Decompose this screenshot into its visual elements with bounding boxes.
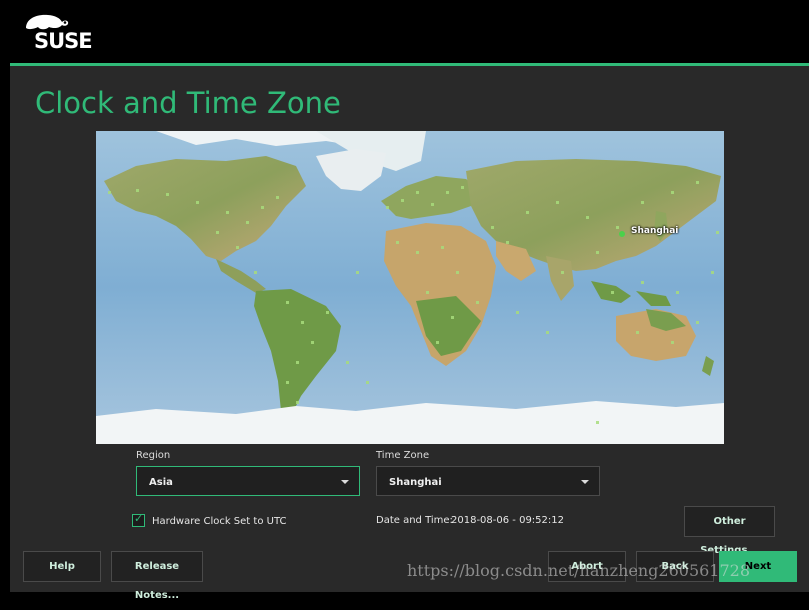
help-button[interactable]: Help — [23, 551, 101, 582]
region-select[interactable]: Asia — [136, 466, 360, 496]
date-time-value: 2018-08-06 - 09:52:12 — [451, 515, 564, 526]
world-map-graphic[interactable] — [96, 131, 724, 444]
chevron-down-icon — [581, 480, 589, 484]
suse-logo: SUSE — [22, 12, 98, 53]
checkmark-icon: ✓ — [134, 512, 144, 525]
selected-city-label: Shanghai — [631, 226, 679, 236]
top-bar: SUSE — [0, 0, 809, 63]
region-label: Region — [136, 450, 171, 461]
timezone-label: Time Zone — [376, 450, 430, 461]
date-time-label: Date and Time: — [376, 515, 453, 526]
logo-text: SUSE — [34, 29, 93, 53]
chevron-down-icon — [341, 480, 349, 484]
timezone-select[interactable]: Shanghai — [376, 466, 600, 496]
page-title: Clock and Time Zone — [35, 86, 341, 120]
world-map[interactable] — [96, 131, 724, 444]
other-settings-button[interactable]: Other Settings... — [684, 506, 775, 556]
timezone-value: Shanghai — [389, 477, 442, 488]
hardware-clock-checkbox[interactable]: ✓ — [132, 512, 145, 527]
region-value: Asia — [149, 477, 173, 488]
release-notes-button[interactable]: Release Notes... — [111, 551, 203, 601]
hardware-clock-label[interactable]: Hardware Clock Set to UTC — [152, 516, 286, 527]
selected-city-marker — [619, 231, 625, 237]
watermark-text: https://blog.csdn.net/hanzheng260561728 — [407, 561, 751, 580]
